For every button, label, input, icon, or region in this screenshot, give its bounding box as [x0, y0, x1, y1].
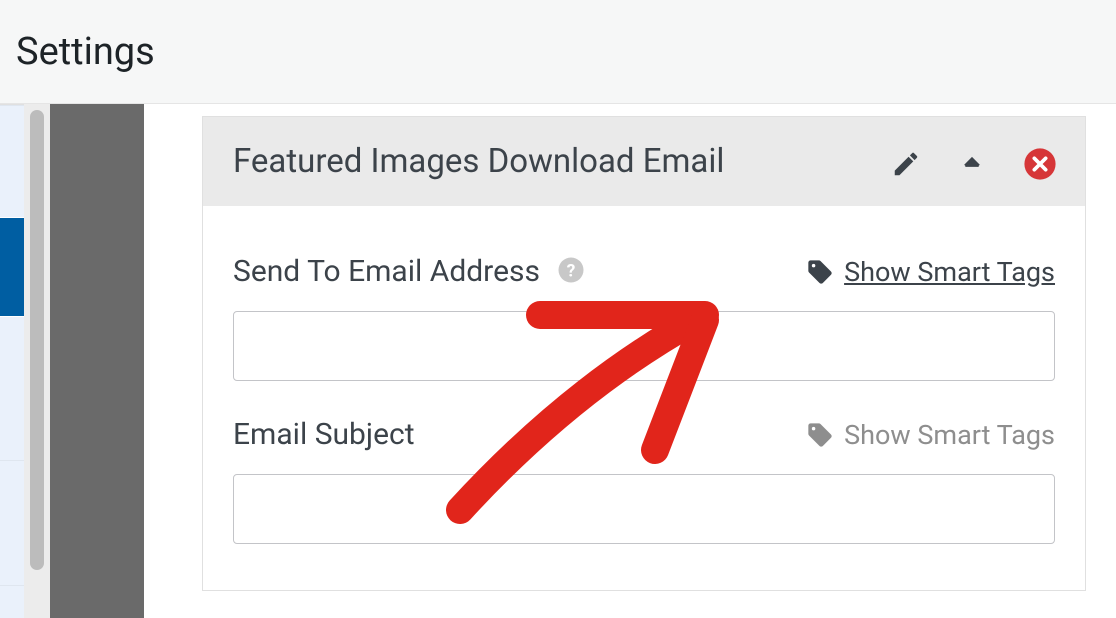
- close-circle-icon: [1023, 147, 1057, 181]
- sidebar-scrollbar-track[interactable]: [24, 104, 50, 618]
- help-icon[interactable]: ?: [556, 255, 586, 289]
- delete-button[interactable]: [1023, 147, 1057, 181]
- edit-button[interactable]: [891, 149, 921, 179]
- send-to-label: Send To Email Address: [233, 254, 540, 289]
- send-to-input[interactable]: [233, 311, 1055, 381]
- field-send-to: Send To Email Address ?: [233, 254, 1055, 381]
- panel-body: Send To Email Address ?: [203, 206, 1085, 590]
- notification-panel: Featured Images Download Email: [202, 116, 1086, 591]
- question-circle-icon: ?: [556, 255, 586, 285]
- collapse-button[interactable]: [955, 147, 989, 181]
- smart-tags-label: Show Smart Tags: [844, 256, 1055, 288]
- active-nav-indicator: [0, 217, 24, 317]
- show-smart-tags-subject[interactable]: Show Smart Tags: [806, 419, 1055, 451]
- dark-gutter: [50, 104, 144, 618]
- sidebar-scrollbar-thumb[interactable]: [30, 110, 44, 570]
- svg-text:?: ?: [567, 261, 576, 281]
- pencil-icon: [891, 149, 921, 179]
- smart-tags-label: Show Smart Tags: [844, 419, 1055, 451]
- show-smart-tags-send-to[interactable]: Show Smart Tags: [806, 256, 1055, 288]
- panel-title: Featured Images Download Email: [233, 141, 724, 182]
- panel-header: Featured Images Download Email: [203, 117, 1085, 206]
- main-row: Featured Images Download Email: [0, 104, 1116, 618]
- field-subject: Email Subject Show Smart Tags: [233, 417, 1055, 544]
- tag-icon: [806, 421, 834, 449]
- subject-input[interactable]: [233, 474, 1055, 544]
- top-bar: Settings: [0, 0, 1116, 104]
- panel-actions: [891, 141, 1057, 181]
- left-nav-strip: [0, 104, 24, 618]
- subject-label: Email Subject: [233, 417, 415, 452]
- content-area: Featured Images Download Email: [144, 104, 1116, 618]
- page-title: Settings: [16, 30, 155, 74]
- chevron-up-icon: [955, 147, 989, 181]
- tag-icon: [806, 258, 834, 286]
